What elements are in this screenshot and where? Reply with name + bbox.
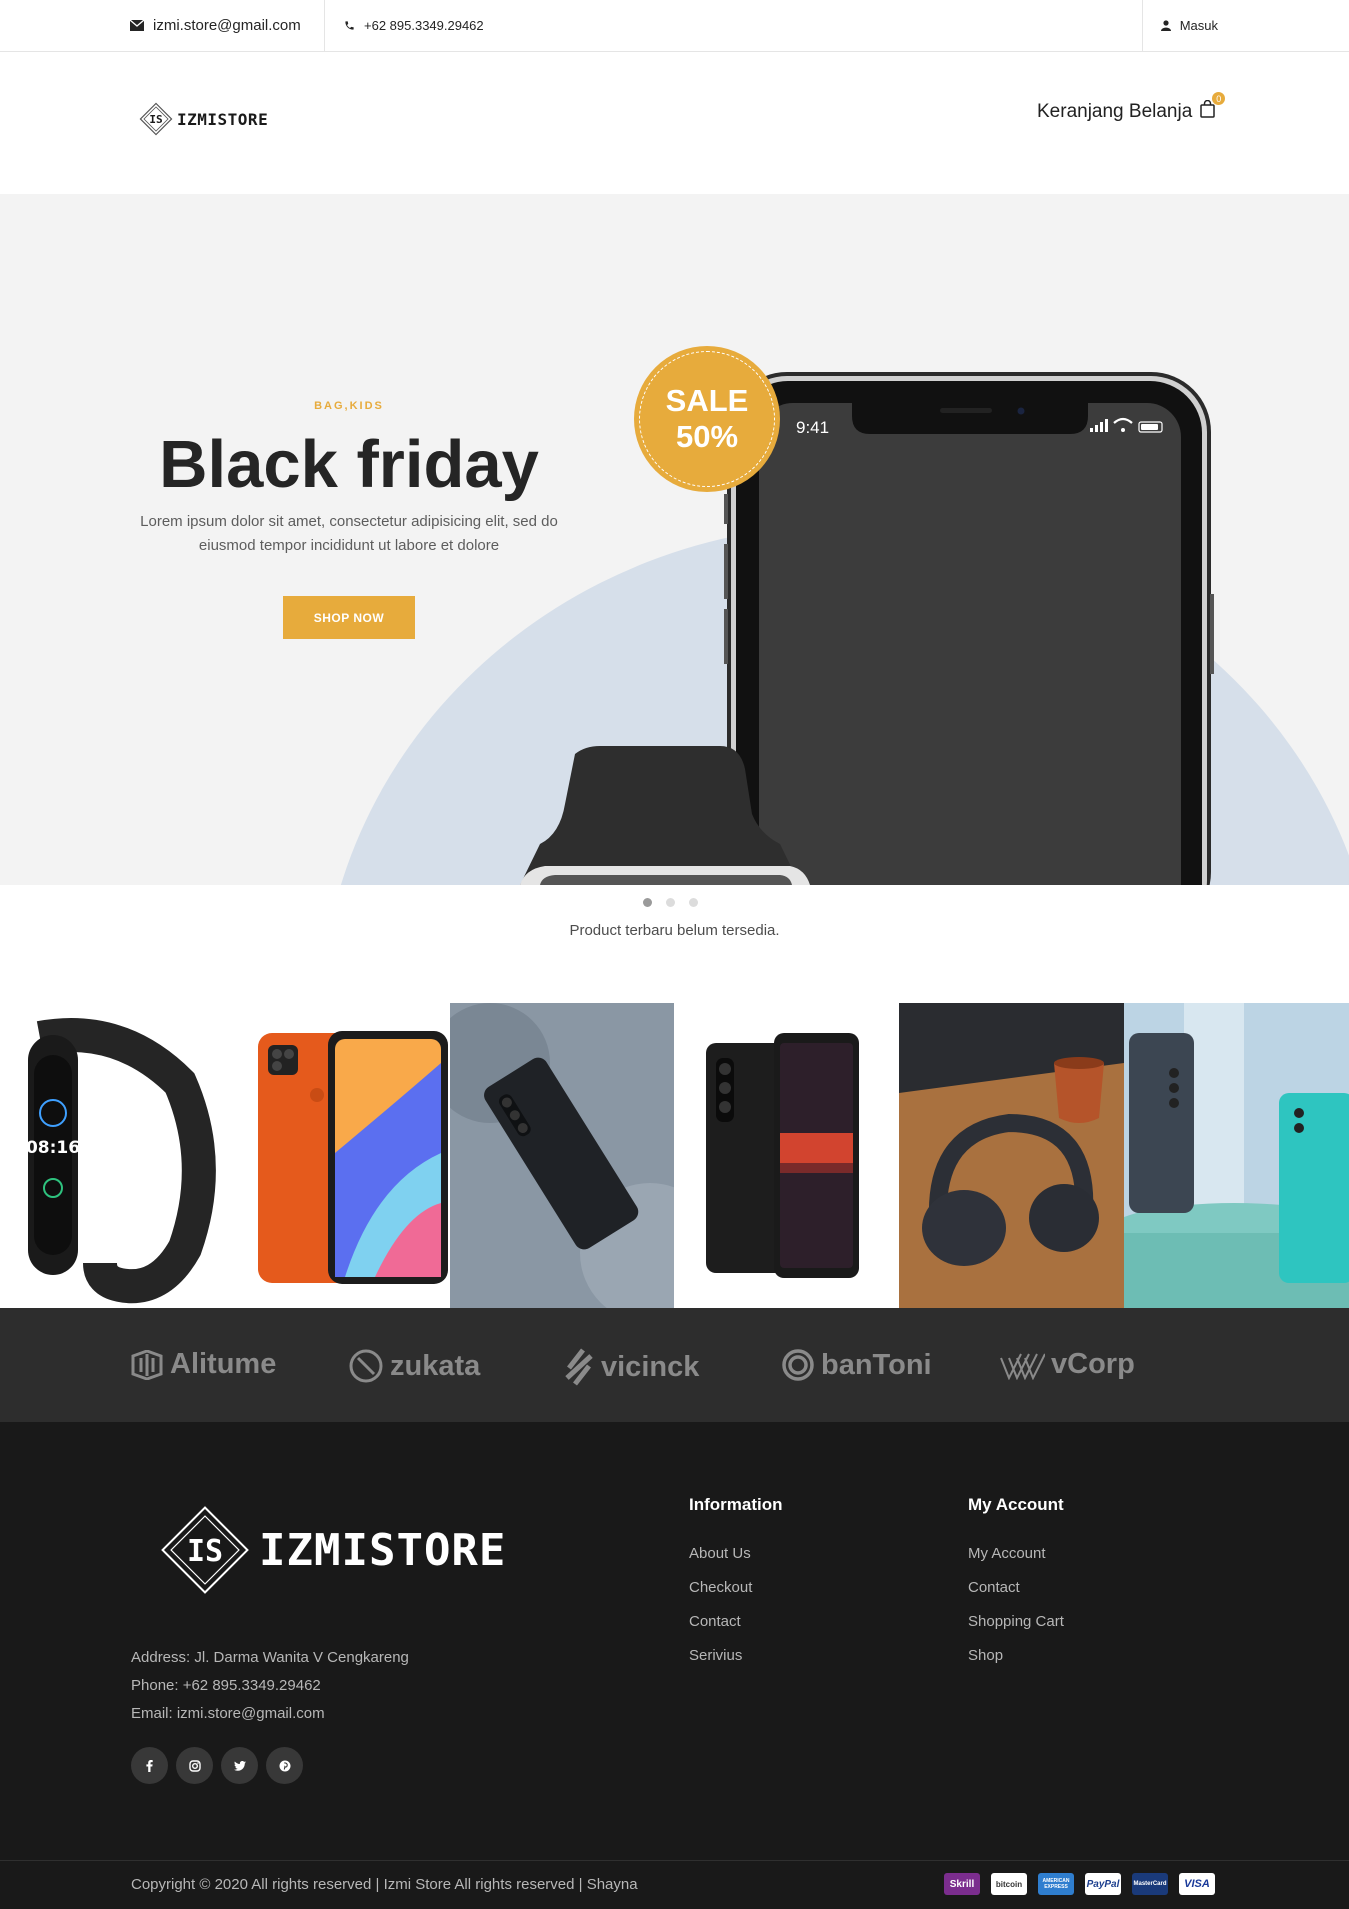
footer-bottom-bar: Copyright © 2020 All rights reserved | I… (0, 1860, 1349, 1909)
instagram-link[interactable] (176, 1747, 213, 1784)
login-link[interactable]: Masuk (1142, 0, 1218, 51)
envelope-icon (130, 20, 144, 31)
footer-link-serivius[interactable]: Serivius (689, 1639, 783, 1673)
facebook-link[interactable] (131, 1747, 168, 1784)
partner-logo-5: vCorp (999, 1348, 1135, 1381)
copyright-text: Copyright © 2020 All rights reserved | I… (131, 1876, 638, 1893)
partner-logo-3: vicinck (563, 1348, 699, 1386)
site-footer: IS IZMISTORE Address: Jl. Darma Wanita V… (0, 1422, 1349, 1909)
visa-icon: VISA (1179, 1873, 1215, 1895)
vicinck-logo-icon (565, 1348, 593, 1386)
twitter-link[interactable] (221, 1747, 258, 1784)
contact-email-text: izmi.store@gmail.com (153, 17, 301, 34)
paypal-icon: PayPal (1085, 1873, 1121, 1895)
svg-text:08:16: 08:16 (26, 1138, 80, 1158)
payment-methods: Skrill bitcoin AMERICAN EXPRESS PayPal M… (944, 1873, 1226, 1895)
user-icon (1160, 20, 1171, 31)
contact-phone[interactable]: +62 895.3349.29462 (344, 0, 484, 51)
gallery-image-smartband[interactable]: 08:16 (0, 1003, 225, 1308)
svg-text:IS: IS (149, 113, 162, 126)
footer-link-my-account[interactable]: My Account (968, 1537, 1064, 1571)
footer-address: Address: Jl. Darma Wanita V Cengkareng (131, 1649, 409, 1666)
footer-link-contact-2[interactable]: Contact (968, 1571, 1064, 1605)
slider-dot-1[interactable] (643, 898, 652, 907)
partner-logo-4: banToni (781, 1348, 932, 1382)
cart-icon-wrap[interactable]: 0 (1200, 92, 1226, 124)
slider-dots (643, 898, 712, 907)
facebook-icon (146, 1759, 153, 1772)
mastercard-icon: MasterCard (1132, 1873, 1168, 1895)
hero-title: Black friday (159, 427, 539, 502)
shop-now-button[interactable]: SHOP NOW (283, 596, 415, 639)
footer-link-shopping-cart[interactable]: Shopping Cart (968, 1605, 1064, 1639)
footer-logo-text: IZMISTORE (259, 1524, 507, 1576)
site-logo[interactable]: IS IZMISTORE (137, 100, 268, 138)
shopping-cart[interactable]: Keranjang Belanja 0 (1037, 92, 1226, 124)
pinterest-icon (279, 1760, 290, 1771)
footer-logo-diamond-icon: IS (161, 1506, 249, 1594)
partner-name: banToni (821, 1348, 932, 1381)
product-gallery: 08:16 (0, 1003, 1349, 1308)
partner-logo-2: zukata (348, 1348, 480, 1384)
social-links (131, 1747, 311, 1784)
bitcoin-icon: bitcoin (991, 1873, 1027, 1895)
footer-link-checkout[interactable]: Checkout (689, 1571, 783, 1605)
contact-phone-text: +62 895.3349.29462 (364, 18, 484, 33)
footer-email: Email: izmi.store@gmail.com (131, 1705, 325, 1722)
phone-icon (345, 21, 354, 30)
products-empty-message: Product terbaru belum tersedia. (569, 922, 780, 939)
footer-logo[interactable]: IS IZMISTORE (155, 1500, 506, 1600)
partner-logos: Alitume zukata vicinck banToni vCorp (0, 1308, 1349, 1422)
cart-count-badge: 0 (1212, 92, 1226, 105)
login-label: Masuk (1179, 18, 1218, 33)
amex-icon: AMERICAN EXPRESS (1038, 1873, 1074, 1895)
logo-text: IZMISTORE (177, 109, 269, 129)
footer-my-account: My Account My Account Contact Shopping C… (968, 1495, 1064, 1673)
skrill-icon: Skrill (944, 1873, 980, 1895)
footer-link-shop[interactable]: Shop (968, 1639, 1064, 1673)
top-bar: izmi.store@gmail.com +62 895.3349.29462 … (0, 0, 1349, 52)
gallery-image-sony-phone-pair[interactable] (674, 1003, 900, 1308)
footer-phone: Phone: +62 895.3349.29462 (131, 1677, 321, 1694)
my-account-title: My Account (968, 1495, 1064, 1514)
gallery-image-headphones[interactable] (899, 1003, 1124, 1308)
contact-email[interactable]: izmi.store@gmail.com (130, 0, 325, 51)
footer-link-about-us[interactable]: About Us (689, 1537, 783, 1571)
hero-tag: BAG,KIDS (314, 400, 384, 412)
cart-label: Keranjang Belanja (1037, 101, 1193, 122)
bantoni-logo-icon (782, 1349, 814, 1381)
gallery-image-mi-phones[interactable] (1123, 1003, 1349, 1308)
slider-dot-3[interactable] (689, 898, 698, 907)
partner-logo-1: Alitume (130, 1348, 276, 1381)
instagram-icon (188, 1759, 201, 1772)
zukata-logo-icon (349, 1349, 383, 1383)
site-header: IS IZMISTORE Keranjang Belanja 0 (0, 52, 1349, 194)
footer-contact: Address: Jl. Darma Wanita V Cengkareng P… (131, 1644, 409, 1728)
logo-diamond-icon: IS (139, 102, 173, 136)
partner-name: vCorp (1051, 1348, 1135, 1380)
alitume-logo-icon (131, 1349, 163, 1380)
footer-link-contact[interactable]: Contact (689, 1605, 783, 1639)
vcorp-logo-icon (1000, 1353, 1045, 1380)
svg-text:IS: IS (187, 1534, 223, 1569)
hero-description: Lorem ipsum dolor sit amet, consectetur … (140, 513, 558, 554)
hero-slider: 9:41 SALE 50% BAG,KIDS Black friday Lore… (0, 194, 1349, 885)
phone-time: 9:41 (796, 418, 829, 437)
information-title: Information (689, 1495, 783, 1514)
twitter-icon (233, 1760, 246, 1771)
partner-name: Alitume (170, 1348, 277, 1380)
partner-name: zukata (390, 1349, 481, 1382)
slider-dot-2[interactable] (666, 898, 675, 907)
gallery-image-redmi-phone[interactable] (224, 1003, 450, 1308)
footer-information: Information About Us Checkout Contact Se… (689, 1495, 783, 1673)
gallery-image-sony-phone-flat[interactable] (449, 1003, 675, 1308)
pinterest-link[interactable] (266, 1747, 303, 1784)
partner-name: vicinck (601, 1350, 700, 1383)
